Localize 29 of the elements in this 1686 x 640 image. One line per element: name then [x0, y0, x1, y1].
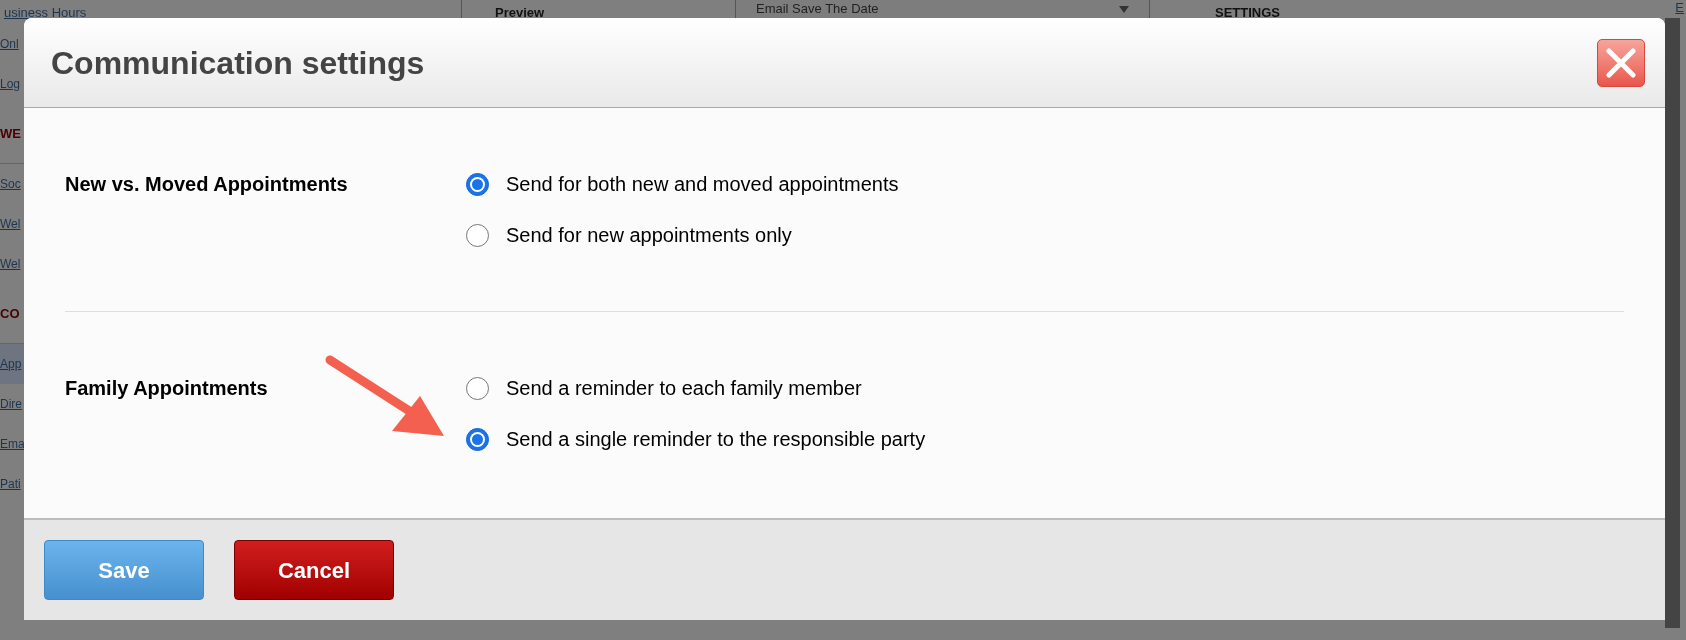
- column-heading: Preview: [495, 5, 545, 20]
- radio-label[interactable]: Send a reminder to each family member: [506, 373, 862, 403]
- sidebar-link[interactable]: Ema: [0, 424, 24, 464]
- page-link[interactable]: E: [1675, 0, 1684, 16]
- cancel-button[interactable]: Cancel: [234, 540, 394, 600]
- radio-button[interactable]: [466, 223, 489, 247]
- close-button[interactable]: [1597, 38, 1645, 87]
- column-heading: SETTINGS: [1215, 5, 1280, 20]
- close-icon: [1606, 47, 1636, 78]
- page-link[interactable]: usiness Hours: [4, 5, 87, 20]
- radio-label[interactable]: Send a single reminder to the responsible party: [506, 424, 926, 454]
- sidebar-link[interactable]: App: [0, 344, 24, 384]
- radio-button[interactable]: [466, 427, 489, 451]
- sidebar-link[interactable]: Wel: [0, 204, 24, 244]
- radio-button[interactable]: [466, 376, 489, 400]
- sidebar-link[interactable]: Log: [0, 64, 24, 104]
- save-button[interactable]: Save: [44, 540, 204, 600]
- radio-label[interactable]: Send for new appointments only: [506, 220, 792, 250]
- radio-button[interactable]: [466, 172, 489, 196]
- template-dropdown[interactable]: Email Save The Date: [735, 0, 1150, 18]
- sidebar-link[interactable]: Wel: [0, 244, 24, 284]
- radio-label[interactable]: Send for both new and moved appointments: [506, 169, 899, 199]
- setting-label: New vs. Moved Appointments: [65, 172, 348, 197]
- sidebar-link[interactable]: Soc: [0, 164, 24, 204]
- dialog-title: Communication settings: [51, 43, 425, 83]
- sidebar-link[interactable]: Onl: [0, 24, 24, 64]
- sidebar-link[interactable]: Dire: [0, 384, 24, 424]
- setting-label: Family Appointments: [65, 376, 268, 401]
- sidebar-link[interactable]: Pati: [0, 464, 24, 504]
